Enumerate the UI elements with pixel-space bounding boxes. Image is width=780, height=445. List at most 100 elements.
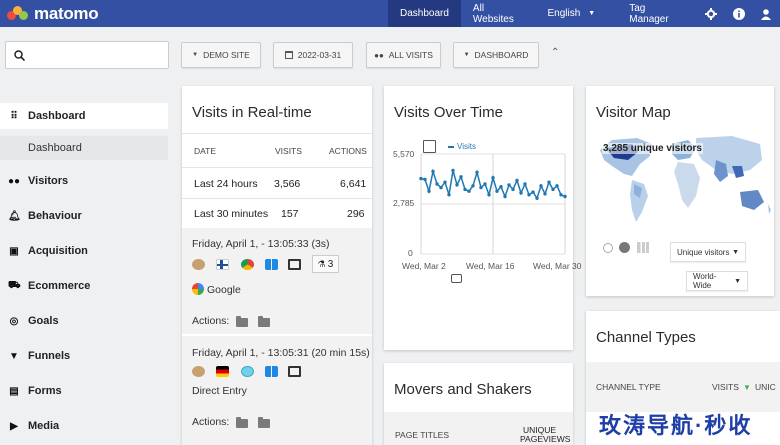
gear-icon[interactable] bbox=[697, 0, 725, 27]
data-point[interactable] bbox=[523, 182, 527, 186]
nav-language[interactable]: English ▼ bbox=[535, 0, 603, 27]
globe-icon[interactable] bbox=[619, 242, 630, 253]
data-point[interactable] bbox=[475, 170, 479, 174]
sidebar-item-label: Dashboard bbox=[28, 110, 86, 122]
annotation-icon[interactable] bbox=[451, 274, 462, 283]
folder-icon[interactable] bbox=[236, 417, 248, 428]
sidebar-item-label: Goals bbox=[28, 315, 59, 327]
nav-language-label: English bbox=[547, 8, 581, 19]
data-point[interactable] bbox=[471, 184, 475, 188]
data-point[interactable] bbox=[495, 189, 499, 193]
data-point[interactable] bbox=[563, 194, 567, 199]
desktop-icon bbox=[288, 259, 301, 270]
visit-time: Friday, April 1, - 13:05:33 (3s) bbox=[192, 238, 330, 250]
nav-tag-manager[interactable]: Tag Manager bbox=[603, 0, 697, 27]
data-point[interactable] bbox=[519, 191, 523, 195]
sidebar-item-dashboard[interactable]: ⠿ Dashboard bbox=[0, 103, 168, 129]
folder-icon[interactable] bbox=[258, 316, 270, 327]
folder-icon[interactable] bbox=[258, 417, 270, 428]
data-point[interactable] bbox=[535, 196, 539, 200]
column-header-visits: VISITS bbox=[275, 146, 302, 156]
nav-all-websites[interactable]: All Websites bbox=[461, 0, 536, 27]
actions-label: Actions: bbox=[192, 315, 230, 327]
data-point[interactable] bbox=[463, 187, 467, 192]
action-count-badge[interactable]: ⚗ 3 bbox=[312, 255, 339, 273]
top-navigation-bar: matomo Dashboard All Websites English ▼ … bbox=[0, 0, 780, 27]
column-header-visits[interactable]: VISITS ▼ bbox=[712, 382, 751, 392]
sidebar-item-goals[interactable]: ◎ Goals bbox=[0, 308, 168, 334]
data-point[interactable] bbox=[451, 168, 455, 173]
data-point[interactable] bbox=[491, 176, 495, 180]
data-point[interactable] bbox=[419, 176, 423, 181]
sidebar-item-behaviour[interactable]: 🔔︎ Behaviour bbox=[0, 203, 168, 229]
dashboard-selector-button[interactable]: ▼ DASHBOARD bbox=[453, 42, 539, 68]
date-selector-button[interactable]: 2022-03-31 bbox=[273, 42, 353, 68]
data-point[interactable] bbox=[499, 185, 503, 189]
sidebar-item-label: Media bbox=[28, 420, 60, 432]
finland-flag-icon bbox=[216, 259, 229, 270]
data-point[interactable] bbox=[443, 180, 447, 184]
data-point[interactable] bbox=[559, 193, 563, 197]
sidebar-item-label: Visitors bbox=[28, 175, 69, 187]
data-point[interactable] bbox=[459, 175, 463, 179]
data-point[interactable] bbox=[551, 187, 555, 192]
data-point[interactable] bbox=[439, 185, 443, 190]
brand-name: matomo bbox=[34, 3, 99, 23]
y-tick-label: 2,785 bbox=[393, 198, 415, 208]
actions-label: Actions: bbox=[192, 416, 230, 428]
site-selector-button[interactable]: ▼ DEMO SITE bbox=[181, 42, 261, 68]
data-point[interactable] bbox=[531, 190, 535, 194]
nav-dashboard[interactable]: Dashboard bbox=[388, 0, 461, 27]
data-point[interactable] bbox=[487, 193, 491, 197]
data-point[interactable] bbox=[483, 182, 487, 186]
chevron-down-icon: ▼ bbox=[734, 277, 741, 285]
data-point[interactable] bbox=[543, 192, 547, 196]
data-point[interactable] bbox=[479, 185, 483, 190]
data-point[interactable] bbox=[511, 187, 515, 192]
edge-icon bbox=[241, 366, 254, 377]
column-header-actions: ACTIONS bbox=[329, 146, 367, 156]
zoom-out-icon[interactable] bbox=[603, 243, 613, 253]
data-point[interactable] bbox=[455, 183, 459, 187]
visitor-profile-icon[interactable] bbox=[192, 366, 205, 377]
sidebar-item-visitors[interactable]: ●● Visitors bbox=[0, 168, 168, 194]
column-header-line: PAGEVIEWS bbox=[520, 434, 571, 444]
data-point[interactable] bbox=[435, 182, 439, 186]
data-point[interactable] bbox=[507, 183, 511, 187]
data-point[interactable] bbox=[431, 169, 435, 174]
sidebar-item-media[interactable]: ▶ Media bbox=[0, 413, 168, 439]
sidebar-subitem-dashboard[interactable]: Dashboard bbox=[0, 136, 168, 160]
data-point[interactable] bbox=[423, 177, 427, 182]
x-tick-label: Wed, Mar 30 bbox=[533, 261, 582, 271]
data-point[interactable] bbox=[515, 178, 519, 183]
search-input[interactable] bbox=[5, 41, 169, 69]
data-point[interactable] bbox=[527, 193, 531, 197]
region-select-value: World-Wide bbox=[693, 272, 717, 290]
sidebar-item-forms[interactable]: ▤ Forms bbox=[0, 378, 168, 404]
info-icon[interactable] bbox=[725, 0, 753, 27]
matomo-logo[interactable]: matomo bbox=[0, 0, 99, 27]
data-point[interactable] bbox=[547, 180, 551, 184]
sidebar-item-acquisition[interactable]: ▣ Acquisition bbox=[0, 238, 168, 264]
data-point[interactable] bbox=[503, 194, 507, 199]
data-point[interactable] bbox=[427, 189, 431, 193]
data-point[interactable] bbox=[555, 184, 559, 188]
sidebar-item-ecommerce[interactable]: ⛟ Ecommerce bbox=[0, 273, 168, 299]
visitor-profile-icon[interactable] bbox=[192, 259, 205, 270]
data-point[interactable] bbox=[447, 193, 451, 197]
bar-chart-icon[interactable] bbox=[637, 242, 649, 253]
segment-selector-label: ALL VISITS bbox=[388, 50, 433, 60]
metric-select[interactable]: Unique visitors ▼ bbox=[670, 242, 746, 262]
legend-visits[interactable]: Visits bbox=[448, 142, 476, 151]
collapse-toggle-icon[interactable]: ⌃ bbox=[551, 47, 559, 58]
chart-type-icon[interactable] bbox=[423, 140, 436, 153]
column-header-unique: UNIC bbox=[755, 382, 776, 392]
segment-selector-button[interactable]: ●● ALL VISITS bbox=[366, 42, 441, 68]
caret-down-icon: ▼ bbox=[463, 52, 470, 58]
data-point[interactable] bbox=[467, 189, 471, 193]
region-select[interactable]: World-Wide ▼ bbox=[686, 271, 748, 291]
folder-icon[interactable] bbox=[236, 316, 248, 327]
sidebar-item-funnels[interactable]: ▼ Funnels bbox=[0, 343, 168, 369]
data-point[interactable] bbox=[539, 184, 543, 188]
user-icon[interactable] bbox=[752, 0, 780, 27]
